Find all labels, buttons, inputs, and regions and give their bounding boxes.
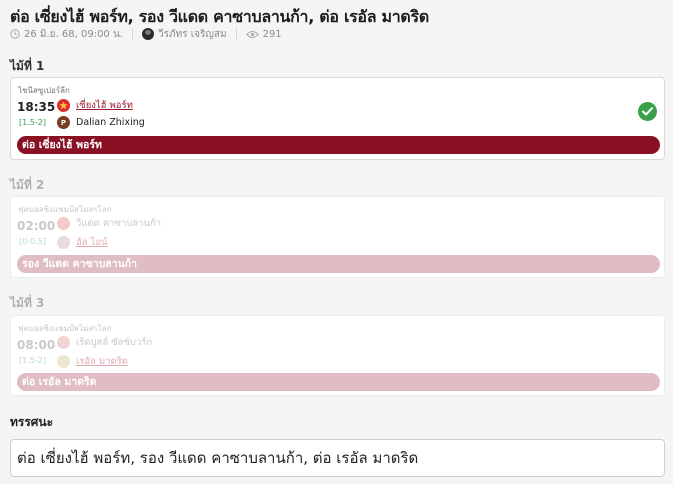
tip-text: ต่อ เซี่ยงไฮ้ พอร์ท, รอง วีแดด คาซาบลานก… [10, 439, 665, 477]
away-team-name[interactable]: Dalian Zhixing [76, 117, 145, 128]
pick-1-card[interactable]: ไชนีสซูเปอร์ลีก 18:35 [1.5-2] เซี่ยงไฮ้ … [10, 77, 665, 160]
pick-2-label: ไม้ที่ 2 [10, 178, 45, 192]
league-name: ฟุตบอลชิงแชมป์สโมสรโลก [18, 324, 112, 333]
check-circle-icon [638, 102, 657, 121]
clock-icon [10, 29, 20, 39]
match-time: 02:00 [17, 219, 56, 233]
pick-result-bar: ต่อ เรอัล มาดริด [17, 373, 660, 391]
away-team[interactable]: เรอัล มาดริด [57, 354, 128, 369]
away-team[interactable]: อัล ไอน์ [57, 235, 108, 250]
away-team-name[interactable]: อัล ไอน์ [76, 235, 108, 250]
author-name[interactable]: วีรภัทร เจริญสม [158, 27, 227, 42]
home-team[interactable]: เซี่ยงไฮ้ พอร์ท [57, 98, 133, 113]
meta-divider [235, 28, 237, 40]
pick-3-card[interactable]: ฟุตบอลชิงแชมป์สโมสรโลก 08:00 [1.5-2] เร้… [10, 315, 665, 396]
league-name: ฟุตบอลชิงแชมป์สโมสรโลก [18, 205, 112, 214]
meta-divider [131, 28, 133, 40]
pick-1-label: ไม้ที่ 1 [10, 59, 45, 73]
view-count: 291 [262, 28, 282, 40]
pick-2-card[interactable]: ฟุตบอลชิงแชมป์สโมสรโลก 02:00 [0-0.5] วีแ… [10, 196, 665, 278]
handicap: [1.5-2] [19, 356, 46, 365]
away-team[interactable]: P Dalian Zhixing [57, 116, 145, 129]
team-logo-icon [57, 336, 70, 349]
home-team[interactable]: เร้ดบูลล์ ซัลซ์บวร์ก [57, 335, 152, 350]
away-team-name[interactable]: เรอัล มาดริด [76, 354, 128, 369]
pick-result-bar: ต่อ เซี่ยงไฮ้ พอร์ท [17, 136, 660, 154]
handicap: [0-0.5] [19, 237, 46, 246]
tip-heading: ทรรศนะ [10, 415, 54, 429]
team-logo-icon [57, 217, 70, 230]
pick-3-label: ไม้ที่ 3 [10, 296, 45, 310]
team-logo-icon [57, 236, 70, 249]
eye-icon [245, 30, 259, 38]
home-team-name[interactable]: เซี่ยงไฮ้ พอร์ท [76, 98, 133, 113]
match-time: 18:35 [17, 100, 56, 114]
team-logo-icon [57, 355, 70, 368]
pick-result-bar: รอง วีแดด คาซาบลานก้า [17, 255, 660, 273]
match-time: 08:00 [17, 338, 56, 352]
post-date: 26 มิ.ย. 68, 09:00 น. [24, 28, 123, 40]
home-team-name[interactable]: เร้ดบูลล์ ซัลซ์บวร์ก [76, 335, 152, 350]
team-logo-icon [57, 99, 70, 112]
home-team[interactable]: วีแดด คาซาบลานก้า [57, 216, 161, 231]
post-meta: 26 มิ.ย. 68, 09:00 น. วีรภัทร เจริญสม 29… [10, 27, 282, 41]
league-name: ไชนีสซูเปอร์ลีก [18, 86, 70, 95]
team-logo-icon: P [57, 116, 70, 129]
home-team-name[interactable]: วีแดด คาซาบลานก้า [76, 216, 161, 231]
author-avatar [141, 28, 154, 40]
handicap: [1.5-2] [19, 118, 46, 127]
